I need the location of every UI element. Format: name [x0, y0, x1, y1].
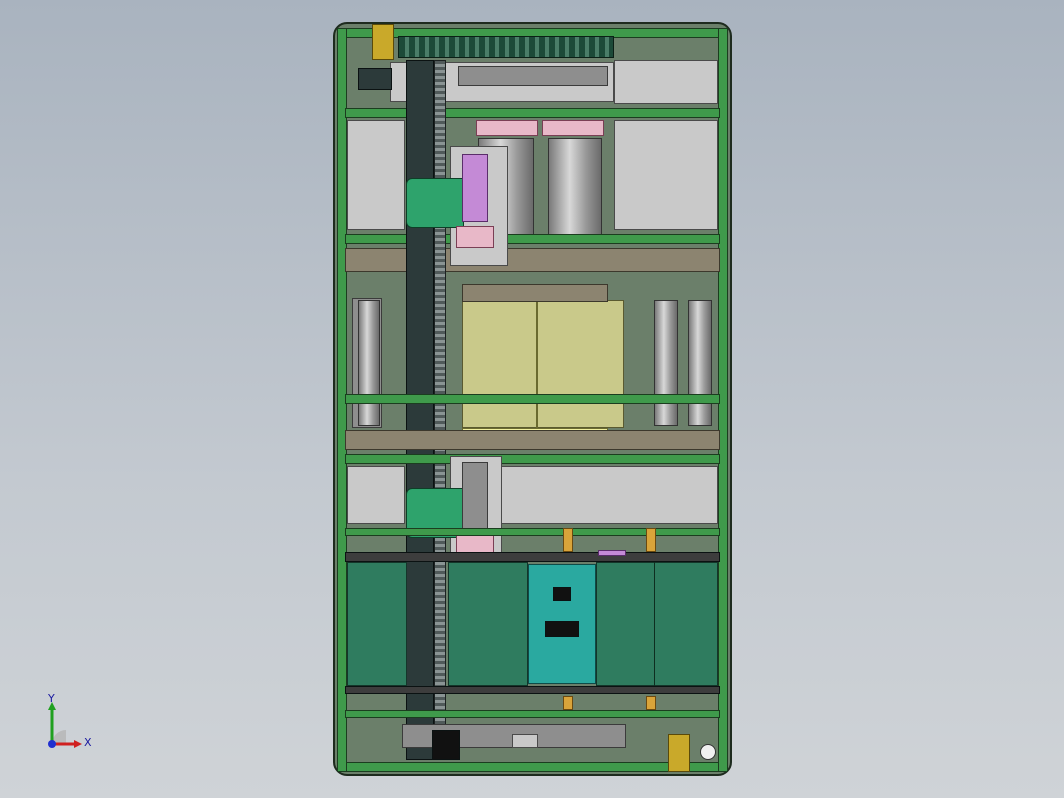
lead-screw	[434, 60, 446, 760]
panel-lower-left	[347, 466, 405, 524]
cross-rail-1	[345, 108, 720, 118]
cabinet-panel-center	[448, 562, 528, 686]
sensor-strip	[598, 550, 626, 556]
panel-upper-left	[347, 120, 405, 230]
bracket-4	[646, 696, 656, 710]
axis-x-label: X	[84, 736, 92, 749]
panel-upper-right	[614, 120, 718, 230]
cable-chain-top	[398, 36, 614, 58]
control-module-port-1	[553, 587, 571, 601]
roller-right-1	[654, 300, 678, 426]
tray-divider	[536, 300, 538, 428]
roller-left	[358, 300, 380, 426]
guide-cylinder-2	[548, 138, 602, 242]
cross-rail-6	[345, 710, 720, 718]
motor-bottom-right	[668, 734, 690, 772]
bracket-2	[646, 528, 656, 552]
carriage-mount-upper[interactable]	[406, 178, 464, 228]
roller-right-2	[688, 300, 712, 426]
cross-rail-2	[345, 234, 720, 244]
cross-rail-4	[345, 454, 720, 464]
panel-top-right	[614, 60, 718, 104]
gripper-jaw-upper	[456, 226, 494, 248]
slide-block-top	[458, 66, 608, 86]
tray-stack	[462, 300, 624, 428]
axis-triad[interactable]: Y X	[38, 692, 98, 756]
cylinder-bracket-2	[542, 120, 604, 136]
motor-block-top	[358, 68, 392, 90]
control-module-port-2	[545, 621, 579, 637]
cross-rail-5	[345, 528, 720, 536]
gripper-lower	[462, 462, 488, 532]
lead-screw-housing	[406, 60, 434, 760]
slide-block-bottom	[512, 734, 538, 748]
foot-pad	[700, 744, 716, 760]
motor-top-left	[372, 24, 394, 60]
cad-viewport[interactable]	[0, 0, 1064, 798]
cross-rail-3	[345, 394, 720, 404]
axis-y-label: Y	[48, 692, 55, 705]
conveyor-rail-top	[345, 552, 720, 562]
gripper-upper	[462, 154, 488, 222]
panel-lower-right	[500, 466, 718, 524]
cabinet-panel-left	[347, 562, 407, 686]
cabinet-panel-right	[596, 562, 718, 686]
beam-upper	[345, 248, 720, 272]
beam-lower	[345, 430, 720, 450]
cylinder-bracket-1	[476, 120, 538, 136]
tray-lid	[462, 284, 608, 302]
cabinet-seam	[654, 562, 655, 686]
bracket-3	[563, 696, 573, 710]
motor-block-bottom	[432, 730, 460, 760]
bracket-1	[563, 528, 573, 552]
conveyor-rail-bottom	[345, 686, 720, 694]
